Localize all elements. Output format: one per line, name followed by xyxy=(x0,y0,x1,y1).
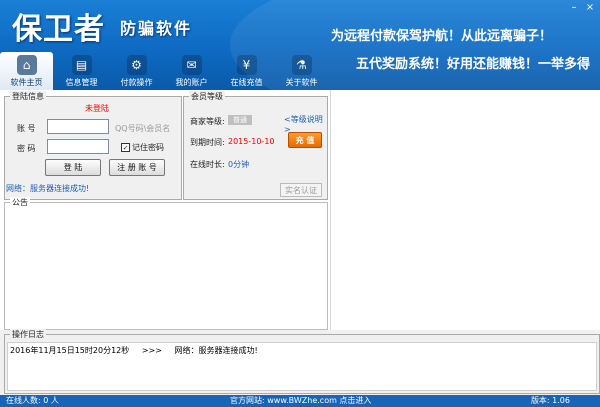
online-users-count: 在线人数: 0 人 xyxy=(6,396,59,405)
log-entry-message: 网络：服务器连接成功! xyxy=(174,346,258,355)
login-panel-title: 登陆信息 xyxy=(10,91,46,102)
password-input[interactable] xyxy=(47,139,109,154)
member-panel-title: 会员等级 xyxy=(189,91,225,102)
remember-password-checkbox[interactable]: ✓ 记住密码 xyxy=(121,142,164,153)
password-label: 密 码 xyxy=(17,144,36,153)
real-name-verify-button[interactable]: 实名认证 xyxy=(280,183,322,197)
recharge-button[interactable]: 充 值 xyxy=(288,132,322,148)
online-duration-label: 在线时长: xyxy=(190,160,225,169)
tab-label: 付款操作 xyxy=(120,78,153,87)
home-icon: ⌂ xyxy=(16,55,37,75)
network-status: 网络：服务器连接成功! xyxy=(6,184,90,193)
version-label: 版本: 1.06 xyxy=(530,396,570,405)
remember-password-label: 记住密码 xyxy=(132,143,164,152)
window-controls: – × xyxy=(568,2,596,14)
login-button[interactable]: 登 陆 xyxy=(45,159,101,176)
header-slogan-2: 五代奖励系统！好用还能赚钱！一举多得 xyxy=(355,57,590,72)
header-slogan-1: 为远程付款保驾护航！从此远离骗子！ xyxy=(330,29,552,44)
official-website-link[interactable]: 官方网站: www.BWZhe.com 点击进入 xyxy=(230,395,371,407)
expire-time-value: 2015-10-10 xyxy=(228,137,275,146)
side-content-area xyxy=(330,90,600,330)
app-header: 保卫者 防骗软件 为远程付款保驾护航！从此远离骗子！ 五代奖励系统！好用还能赚钱… xyxy=(0,0,600,90)
account-label: 账 号 xyxy=(17,124,36,133)
notice-panel: 公告 xyxy=(4,197,328,330)
tab-my-account[interactable]: ✉ 我的账户 xyxy=(165,52,218,90)
status-bar: 在线人数: 0 人 官方网站: www.BWZhe.com 点击进入 版本: 1… xyxy=(0,395,600,407)
expire-time-label: 到期时间: xyxy=(190,138,225,147)
app-logo-sub: 防骗软件 xyxy=(120,19,193,38)
register-button[interactable]: 注 册 账 号 xyxy=(109,159,165,176)
main-content: 登陆信息 未登陆 账 号 QQ号码\会员名 密 码 ✓ 记住密码 登 陆 注 册… xyxy=(0,90,600,330)
tab-info-management[interactable]: ▤ 信息管理 xyxy=(55,52,108,90)
login-status: 未登陆 xyxy=(85,104,109,113)
tab-label: 信息管理 xyxy=(65,78,98,87)
notice-panel-title: 公告 xyxy=(10,197,30,208)
account-hint: QQ号码\会员名 xyxy=(115,124,171,133)
tab-payment[interactable]: ⚙ 付款操作 xyxy=(110,52,163,90)
member-level-panel: 会员等级 商家等级: 普通 <等级说明> 到期时间: 2015-10-10 充 … xyxy=(183,91,328,200)
yen-icon: ¥ xyxy=(236,55,257,75)
tab-home[interactable]: ⌂ 软件主页 xyxy=(0,52,53,90)
document-icon: ▤ xyxy=(71,55,92,75)
tab-label: 我的账户 xyxy=(175,78,208,87)
log-entry-time: 2016年11月15日15时20分12秒 xyxy=(10,346,130,355)
minimize-button[interactable]: – xyxy=(568,2,580,14)
log-entry: 2016年11月15日15时20分12秒 >>> 网络：服务器连接成功! xyxy=(10,345,594,356)
microscope-icon: ⚗ xyxy=(291,55,312,75)
tab-label: 关于软件 xyxy=(285,78,318,87)
account-input[interactable] xyxy=(47,119,109,134)
tab-label: 在线充值 xyxy=(230,78,263,87)
main-tabs: ⌂ 软件主页 ▤ 信息管理 ⚙ 付款操作 ✉ 我的账户 ¥ 在线充值 ⚗ 关于软… xyxy=(0,52,330,90)
tab-about[interactable]: ⚗ 关于软件 xyxy=(275,52,328,90)
mail-icon: ✉ xyxy=(181,55,202,75)
close-button[interactable]: × xyxy=(584,2,596,14)
operation-log-panel: 操作日志 2016年11月15日15时20分12秒 >>> 网络：服务器连接成功… xyxy=(4,329,600,394)
level-description-link[interactable]: <等级说明> xyxy=(284,114,327,134)
merchant-level-label: 商家等级: xyxy=(190,117,225,126)
operation-log-list[interactable]: 2016年11月15日15时20分12秒 >>> 网络：服务器连接成功! xyxy=(7,342,597,391)
app-logo-main: 保卫者 xyxy=(12,12,105,47)
tab-label: 软件主页 xyxy=(10,78,43,87)
gear-icon: ⚙ xyxy=(126,55,147,75)
online-duration-value: 0分钟 xyxy=(228,160,250,169)
tab-online-recharge[interactable]: ¥ 在线充值 xyxy=(220,52,273,90)
operation-log-title: 操作日志 xyxy=(10,329,46,340)
merchant-level-badge: 普通 xyxy=(228,115,252,125)
log-entry-arrow: >>> xyxy=(141,346,162,355)
checkbox-icon: ✓ xyxy=(121,143,130,152)
